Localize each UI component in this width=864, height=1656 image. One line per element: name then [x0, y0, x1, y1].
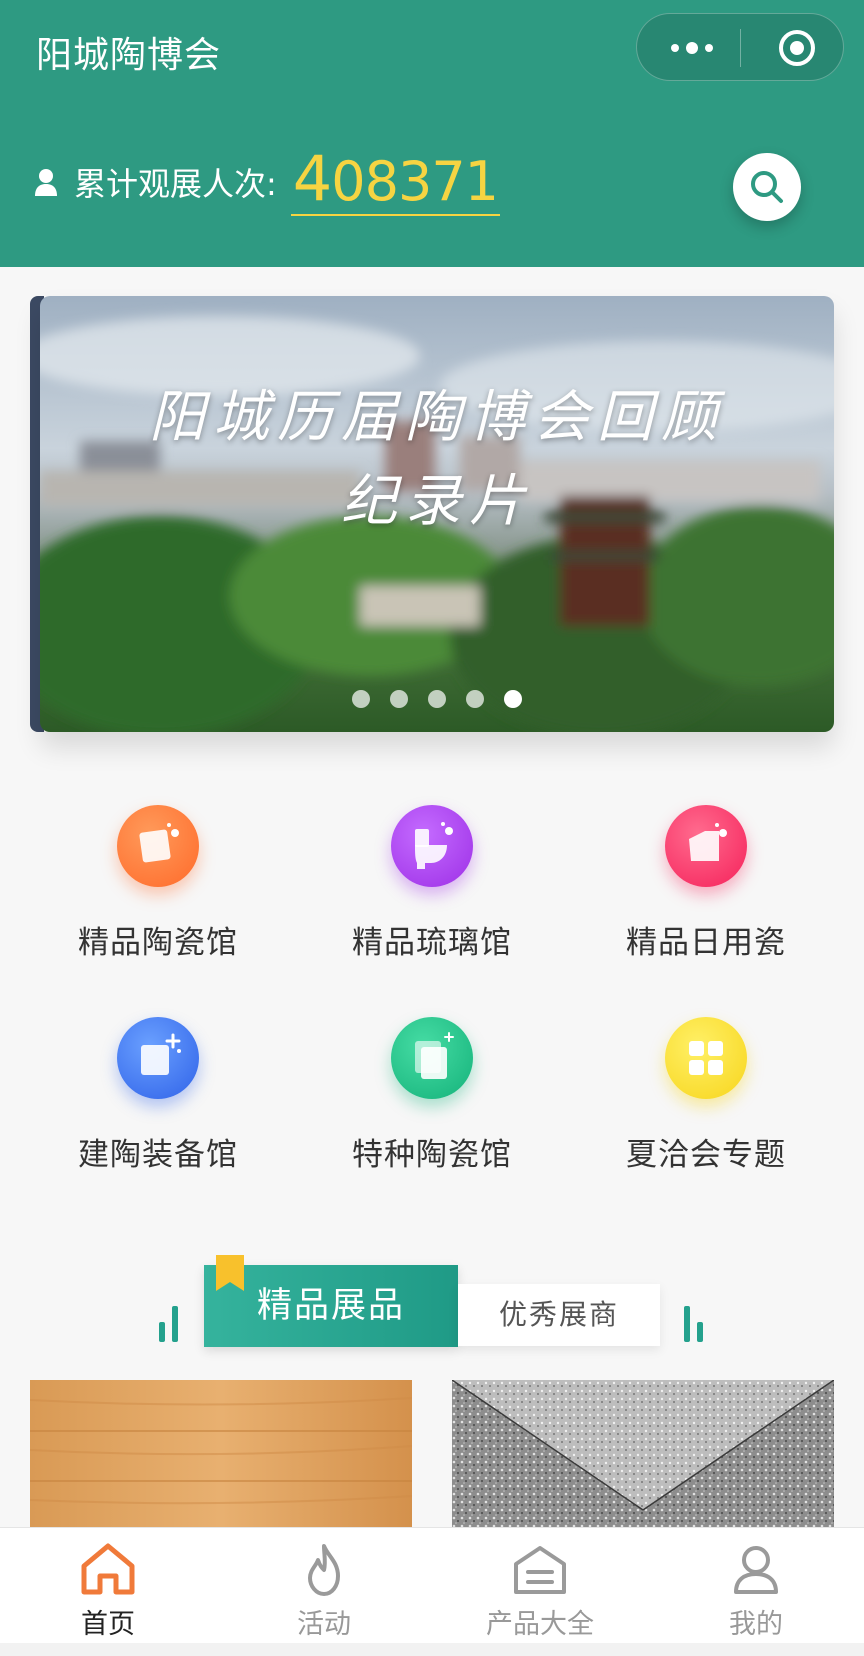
category-label: 特种陶瓷馆: [352, 1137, 512, 1173]
category-special-ceramic[interactable]: 特种陶瓷馆: [297, 1017, 567, 1174]
tab-excellent-exhibitors[interactable]: 优秀展商: [458, 1284, 660, 1346]
header-bar: 阳城陶博会 累计观展人次: 408371: [0, 0, 864, 267]
more-dot-icon: [686, 42, 698, 54]
banner-dot[interactable]: [428, 690, 446, 708]
daily-ceramic-icon: [665, 805, 747, 887]
banner-pagination: [40, 690, 834, 708]
banner-dot[interactable]: [352, 690, 370, 708]
banner-dot-active[interactable]: [504, 690, 522, 708]
category-label: 精品日用瓷: [626, 925, 786, 961]
decorative-bars-icon: [159, 1306, 178, 1342]
more-options-button[interactable]: [667, 35, 717, 61]
close-target-icon[interactable]: [778, 29, 816, 67]
category-summer-fair[interactable]: 夏洽会专题: [571, 1017, 841, 1174]
category-label: 精品琉璃馆: [352, 925, 512, 961]
special-ceramic-icon: [391, 1017, 473, 1099]
bottom-safe-area: [0, 1643, 864, 1656]
toilet-icon: [391, 805, 473, 887]
bookmark-icon: [216, 1255, 244, 1291]
banner-dot[interactable]: [466, 690, 484, 708]
visitor-count-lead: 4: [292, 141, 332, 215]
flame-icon: [308, 1544, 340, 1596]
grid-apps-icon: [665, 1017, 747, 1099]
mini-program-capsule: [636, 13, 844, 81]
product-box-icon: [514, 1546, 566, 1594]
nav-label: 活动: [297, 1609, 351, 1640]
search-icon: [751, 171, 783, 203]
visitor-label: 累计观展人次:: [74, 165, 277, 203]
product-card-wood-tile[interactable]: [30, 1380, 412, 1528]
nav-label: 首页: [81, 1609, 135, 1640]
nav-label: 我的: [729, 1609, 783, 1640]
product-image-wood: [30, 1380, 412, 1528]
product-image-granite: [452, 1380, 834, 1528]
category-glaze-hall[interactable]: 精品琉璃馆: [297, 805, 567, 962]
equipment-icon: [117, 1017, 199, 1099]
bottom-navigation: 首页 活动 产品大全 我的: [0, 1527, 864, 1644]
category-label: 夏洽会专题: [626, 1137, 786, 1173]
home-icon: [81, 1543, 135, 1595]
more-dot-icon: [671, 44, 679, 52]
banner-title: 阳城历届陶博会回顾 纪录片: [40, 376, 834, 544]
visitor-count-rest: 08371: [331, 149, 499, 213]
product-card-granite-tile[interactable]: [452, 1380, 834, 1528]
nav-home[interactable]: 首页: [0, 1528, 216, 1644]
nav-activities[interactable]: 活动: [216, 1528, 432, 1644]
category-label: 精品陶瓷馆: [78, 925, 238, 961]
nav-mine[interactable]: 我的: [648, 1528, 864, 1644]
more-dot-icon: [705, 44, 713, 52]
banner-dot[interactable]: [390, 690, 408, 708]
banner-carousel[interactable]: 阳城历届陶博会回顾 纪录片: [40, 296, 834, 732]
decorative-bars-icon: [684, 1306, 703, 1342]
banner-title-line: 阳城历届陶博会回顾: [149, 385, 725, 450]
nav-label: 产品大全: [486, 1609, 594, 1640]
user-icon: [734, 1546, 778, 1594]
category-daily-ceramic[interactable]: 精品日用瓷: [571, 805, 841, 962]
search-button[interactable]: [733, 153, 801, 221]
person-icon: [35, 169, 57, 196]
category-label: 建陶装备馆: [78, 1137, 238, 1173]
banner-title-line: 纪录片: [341, 469, 533, 534]
category-ceramic-hall[interactable]: 精品陶瓷馆: [23, 805, 293, 962]
app-title: 阳城陶博会: [36, 35, 222, 76]
capsule-divider: [740, 29, 741, 67]
visitor-count: 408371: [290, 147, 501, 216]
nav-products[interactable]: 产品大全: [432, 1528, 648, 1644]
visitor-counter: 累计观展人次: 408371: [34, 146, 501, 218]
category-equipment-hall[interactable]: 建陶装备馆: [23, 1017, 293, 1174]
ceramic-hall-icon: [117, 805, 199, 887]
